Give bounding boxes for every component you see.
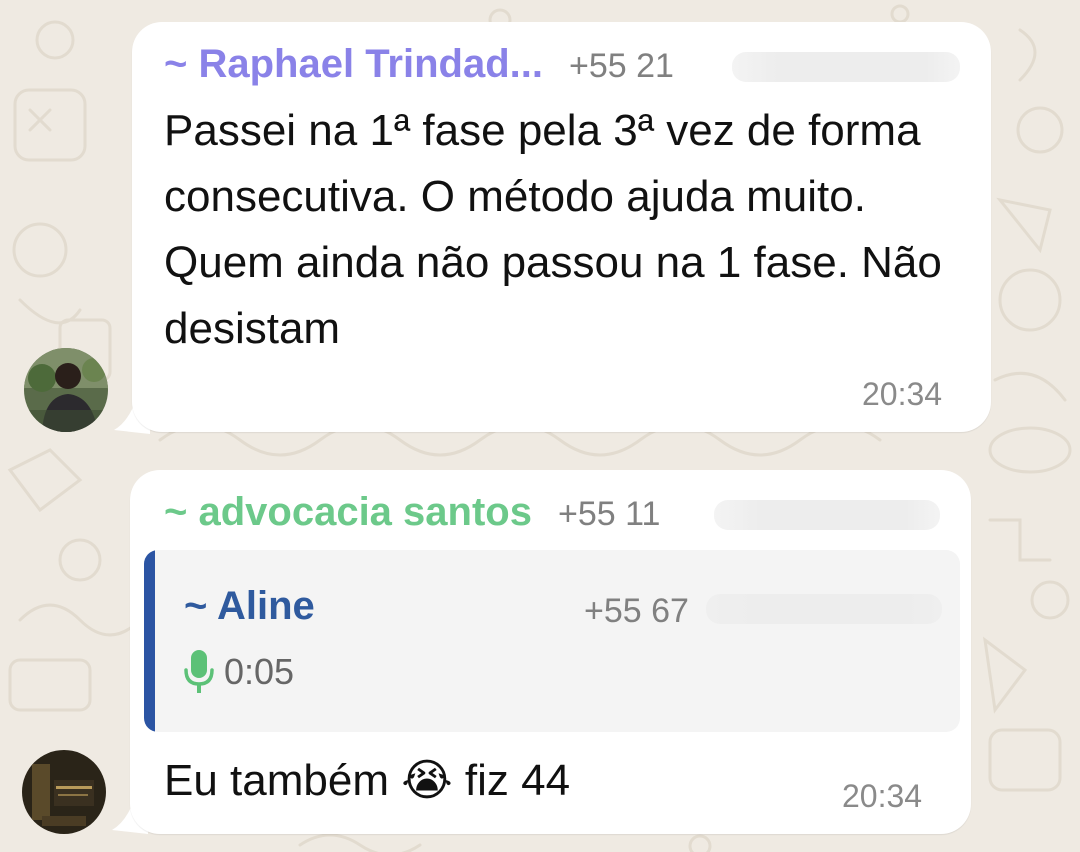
quote-author: ~ Aline [184,584,315,628]
sender-name[interactable]: ~ Raphael Trindad... [164,42,543,87]
redacted-phone [714,500,940,530]
redacted-phone [732,52,960,82]
sender-phone: +55 11 [557,495,661,533]
message-text: Eu também 😭 fiz 44 [164,748,570,814]
crying-face-emoji: 😭 [401,755,453,806]
quote-phone: +55 67 [584,592,689,630]
message-bubble[interactable]: ~ advocacia santos +55 11 ~ Aline +55 67… [130,470,971,834]
message-text-part: Eu também [164,756,389,805]
voice-note-info: 0:05 [184,650,294,694]
user-photo-icon [24,348,108,432]
message-time: 20:34 [842,778,923,814]
quote-header: ~ Aline [184,584,315,629]
sender-name[interactable]: ~ advocacia santos [164,490,532,535]
message-text-part: fiz 44 [464,756,571,805]
quoted-message[interactable]: ~ Aline +55 67 0:05 [144,550,960,732]
voice-duration: 0:05 [224,651,295,692]
user-photo-icon [22,750,106,834]
message-text: Passei na 1ª fase pela 3ª vez de forma c… [164,106,942,353]
sender-avatar[interactable] [24,348,108,432]
sender-line: ~ advocacia santos +55 11 [164,490,660,535]
sender-phone: +55 21 [568,47,674,85]
quote-bar [144,550,155,732]
microphone-icon [184,650,214,693]
message-time: 20:34 [862,376,943,412]
sender-line: ~ Raphael Trindad... +55 21 [164,42,674,87]
redacted-phone [706,594,942,624]
message-bubble[interactable]: ~ Raphael Trindad... +55 21 Passei na 1ª… [132,22,991,432]
sender-avatar[interactable] [22,750,106,834]
